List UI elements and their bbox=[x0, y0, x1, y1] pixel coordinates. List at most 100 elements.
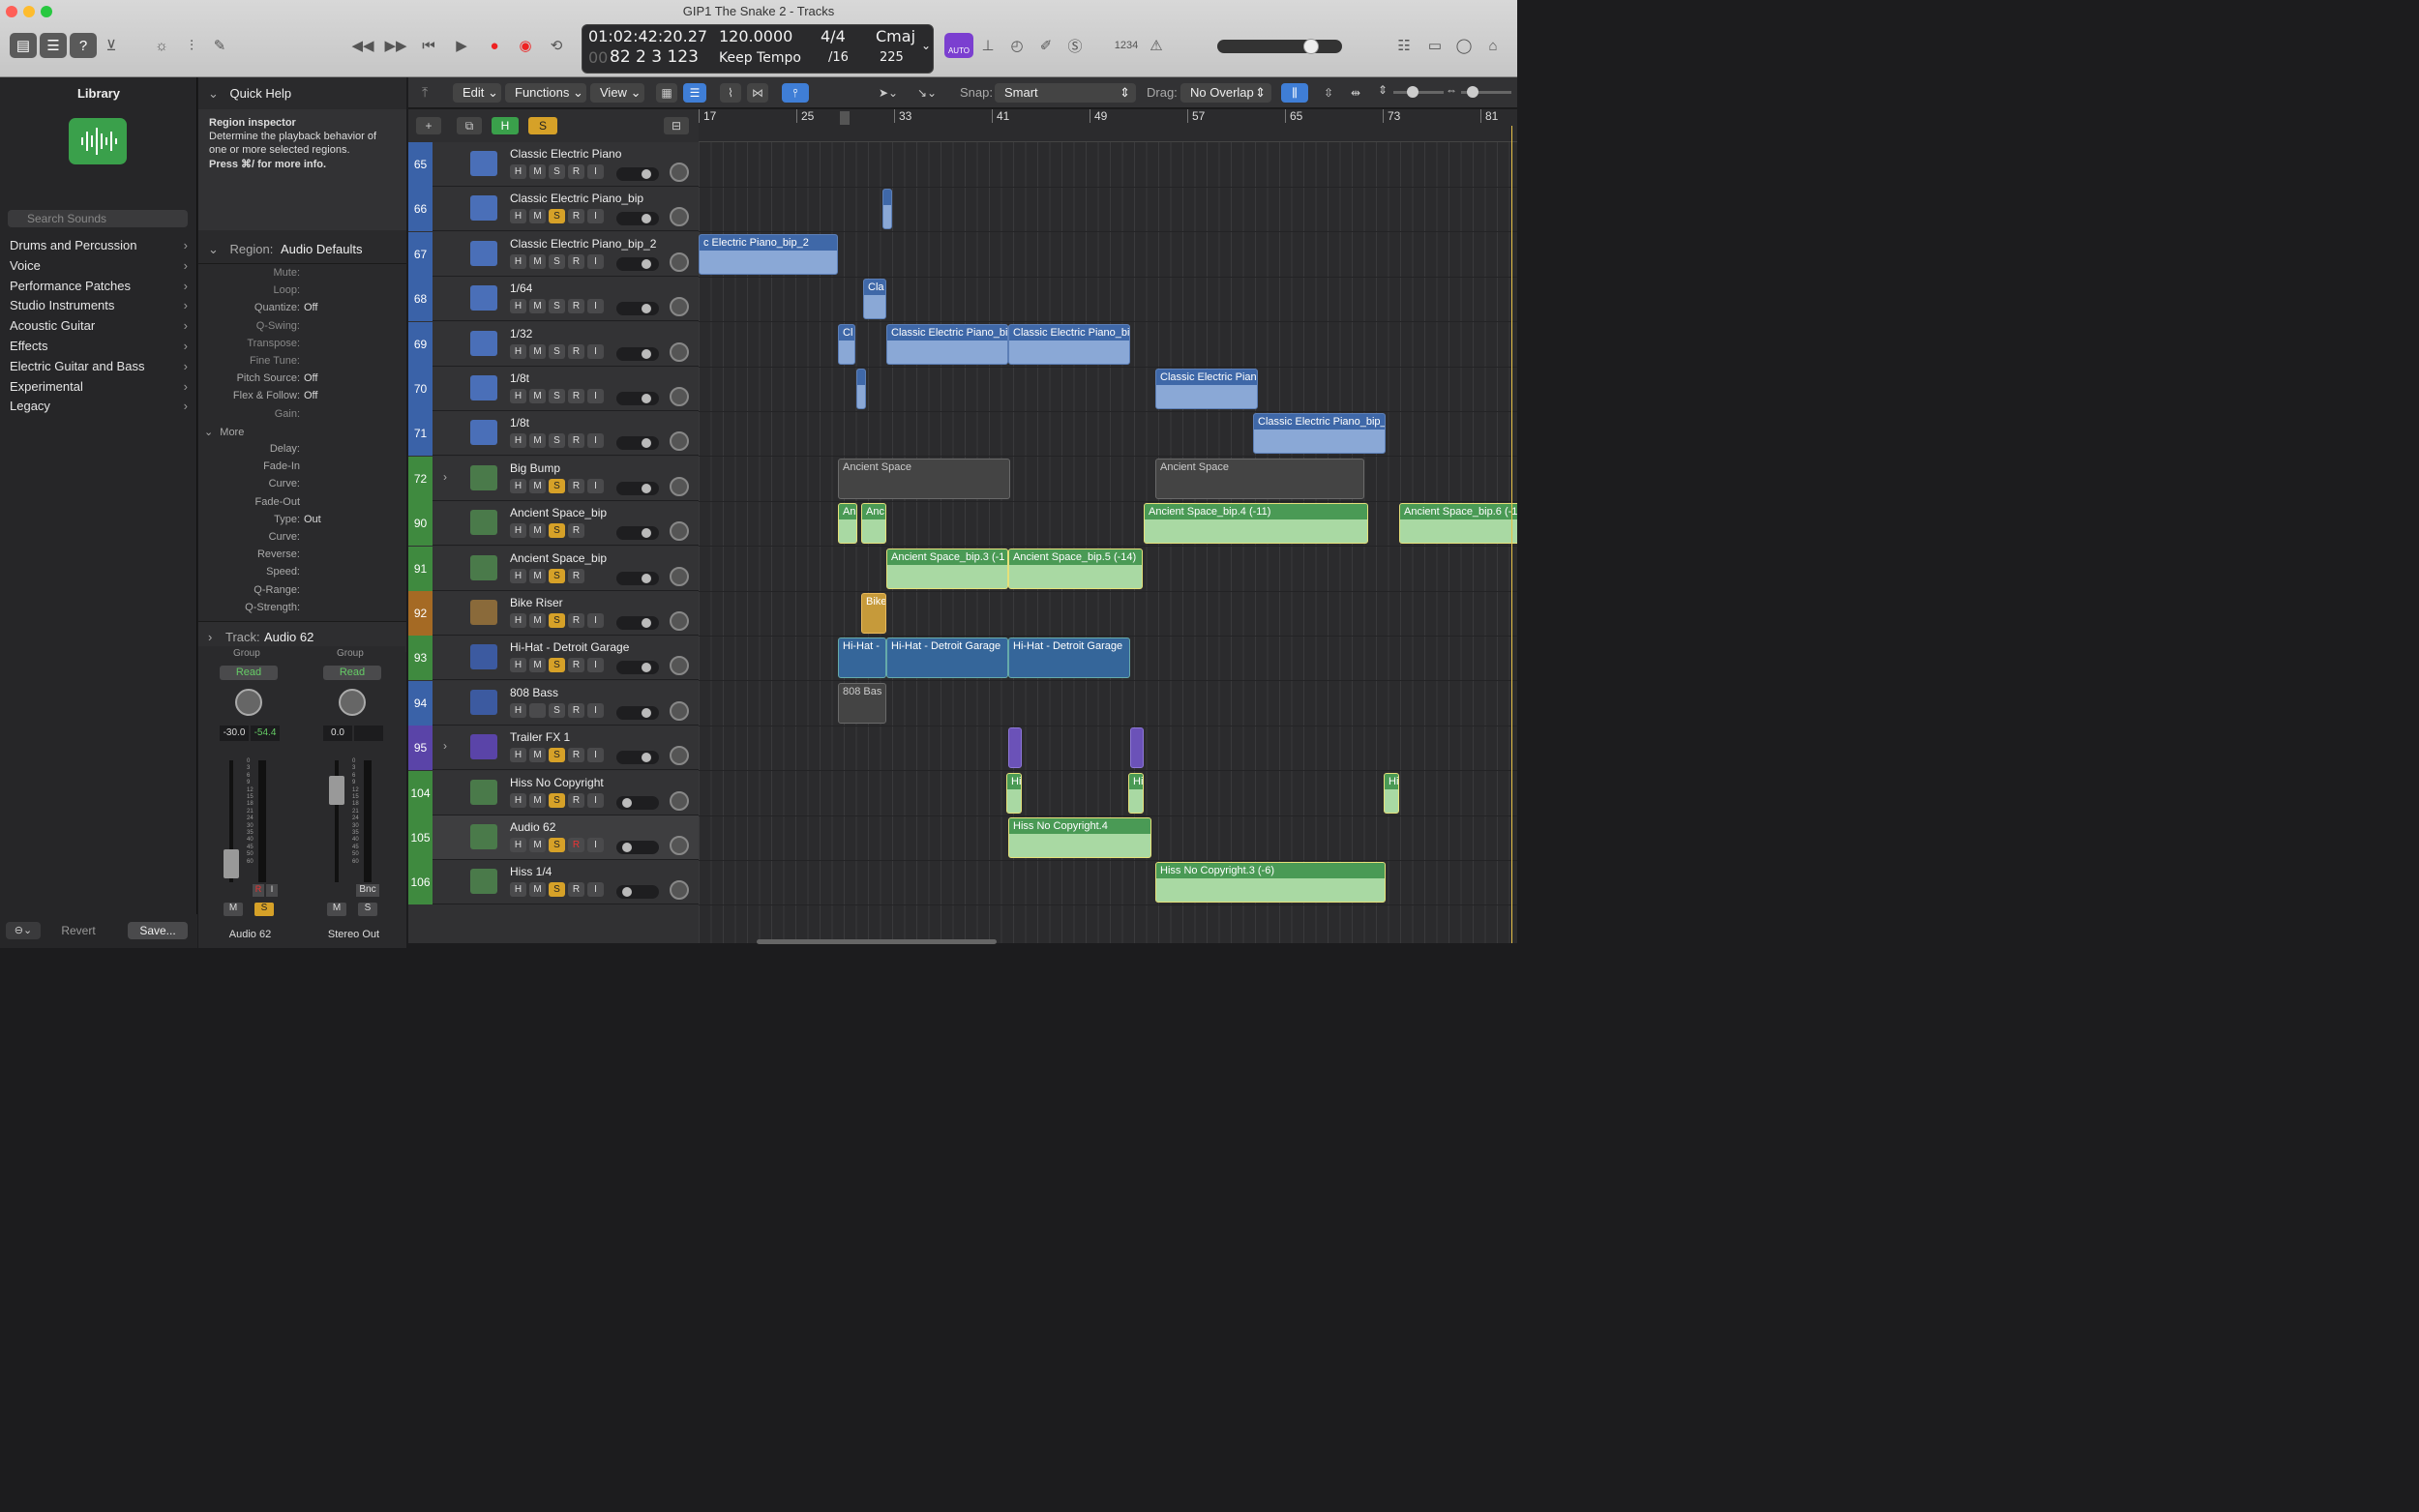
track-on-off-toggle[interactable] bbox=[616, 571, 659, 585]
locator-marker[interactable] bbox=[840, 111, 850, 125]
region[interactable]: Classic Electric Piano_bi bbox=[1008, 323, 1130, 365]
region[interactable]: Cla bbox=[863, 279, 886, 320]
track-volume-knob[interactable] bbox=[670, 252, 689, 272]
disclosure-icon[interactable]: › bbox=[208, 630, 212, 644]
volume-value[interactable]: 0.0 bbox=[323, 726, 352, 741]
record-button[interactable]: R bbox=[568, 568, 584, 583]
library-category-item[interactable]: Voice › bbox=[10, 258, 192, 273]
hide-button[interactable]: H bbox=[510, 299, 526, 314]
track-name[interactable]: Classic Electric Piano bbox=[510, 147, 621, 161]
region[interactable] bbox=[882, 189, 892, 230]
automation-read-button[interactable]: Read bbox=[220, 666, 278, 680]
track-name[interactable]: 1/32 bbox=[510, 327, 532, 341]
track-volume-knob[interactable] bbox=[670, 431, 689, 452]
lcd-display[interactable]: 01:02:42:20.27 00 82 2 3 123 120.0000 Ke… bbox=[582, 24, 934, 74]
library-category-item[interactable]: Acoustic Guitar › bbox=[10, 318, 192, 333]
list-view-icon[interactable]: ☰ bbox=[683, 83, 706, 103]
record-button[interactable]: R bbox=[568, 702, 584, 718]
solo-button[interactable]: S bbox=[549, 343, 565, 359]
mute-button[interactable]: M bbox=[224, 903, 243, 916]
library-category-item[interactable]: Experimental › bbox=[10, 379, 192, 394]
region[interactable]: Hi-Hat - bbox=[838, 637, 886, 679]
mixer-icon[interactable]: ⫶ bbox=[180, 33, 203, 58]
track-on-off-toggle[interactable] bbox=[616, 661, 659, 675]
input-monitor-button[interactable]: I bbox=[587, 389, 604, 403]
region-header[interactable]: ⌄ Region: Audio Defaults bbox=[208, 242, 416, 257]
region[interactable]: Hiss No Copyright.4 bbox=[1008, 817, 1151, 858]
track-volume-knob[interactable] bbox=[670, 880, 689, 901]
vertical-zoom-slider[interactable] bbox=[1393, 86, 1444, 98]
track-on-off-toggle[interactable] bbox=[616, 167, 659, 181]
track-on-off-toggle[interactable] bbox=[616, 526, 659, 541]
region[interactable]: Bike bbox=[861, 593, 886, 634]
volume-fader[interactable] bbox=[224, 849, 239, 878]
mute-button[interactable]: M bbox=[529, 478, 546, 493]
track-header-row[interactable]: 92 Bike Riser H M S R I bbox=[408, 591, 699, 636]
library-category-item[interactable]: Performance Patches › bbox=[10, 279, 192, 293]
region[interactable] bbox=[856, 369, 866, 409]
input-monitor-button[interactable]: I bbox=[587, 838, 604, 852]
parameter-value[interactable]: Out bbox=[304, 514, 321, 525]
record-button[interactable]: R bbox=[568, 792, 584, 808]
horizontal-zoom-slider[interactable] bbox=[1461, 86, 1511, 98]
track-on-off-toggle[interactable] bbox=[616, 795, 659, 810]
mute-button[interactable]: M bbox=[529, 658, 546, 673]
pan-knob[interactable] bbox=[235, 689, 262, 716]
add-track-icon[interactable]: + bbox=[416, 117, 441, 134]
record-icon[interactable]: ● bbox=[482, 33, 507, 58]
input-monitor-button[interactable]: I bbox=[587, 299, 604, 314]
solo-button[interactable]: S bbox=[549, 568, 565, 583]
drag-select[interactable]: No Overlap ⇕ bbox=[1180, 83, 1271, 103]
auto-button[interactable]: AUTO bbox=[944, 33, 973, 58]
pencil-tool-icon[interactable]: ✐ bbox=[1035, 33, 1057, 58]
browser-icon[interactable]: ⌂ bbox=[1480, 33, 1506, 58]
volume-value[interactable]: -30.0 bbox=[220, 726, 249, 741]
track-header-row[interactable]: 67 Classic Electric Piano_bip_2 H M S R I bbox=[408, 231, 699, 277]
save-button[interactable]: Save... bbox=[128, 922, 188, 939]
quick-help-header[interactable]: ⌄ Quick Help bbox=[208, 86, 416, 102]
solo-button[interactable]: S bbox=[549, 209, 565, 224]
tuner-icon[interactable]: ⊥ bbox=[977, 33, 999, 58]
record-button[interactable]: R bbox=[568, 164, 584, 179]
record-button[interactable]: R bbox=[568, 299, 584, 314]
quick-help-icon[interactable]: ? bbox=[70, 33, 97, 58]
track-on-off-toggle[interactable] bbox=[616, 346, 659, 361]
fit-vertical-icon[interactable]: ⇳ bbox=[1318, 83, 1339, 103]
track-name[interactable]: 1/8t bbox=[510, 416, 529, 430]
vertical-zoom-knob[interactable] bbox=[1407, 86, 1419, 98]
solo-button[interactable]: S bbox=[549, 613, 565, 628]
notepad-icon[interactable]: ▭ bbox=[1422, 33, 1448, 58]
track-header-row[interactable]: 104 Hiss No Copyright H M S R I bbox=[408, 770, 699, 815]
expand-stack-icon[interactable]: › bbox=[443, 470, 447, 484]
master-volume-knob[interactable] bbox=[1303, 39, 1319, 54]
input-monitor-button[interactable]: I bbox=[587, 882, 604, 898]
track-name[interactable]: Big Bump bbox=[510, 461, 560, 475]
record-button[interactable]: R bbox=[568, 389, 584, 403]
track-name[interactable]: Ancient Space_bip bbox=[510, 506, 607, 519]
input-monitor-button[interactable]: I bbox=[587, 209, 604, 224]
track-header-row[interactable]: 94 808 Bass H S R I bbox=[408, 680, 699, 726]
parameter-value[interactable]: Off bbox=[304, 302, 317, 313]
region[interactable]: Ancient Space_bip.4 (-11) bbox=[1144, 503, 1368, 545]
group-slot[interactable]: Group bbox=[233, 648, 260, 659]
parameter-value[interactable]: Off bbox=[304, 372, 317, 384]
track-on-off-toggle[interactable] bbox=[616, 885, 659, 900]
input-monitor-button[interactable]: I bbox=[266, 884, 278, 897]
automation-icon[interactable]: ⌇ bbox=[720, 83, 741, 103]
record-enable-button[interactable]: R bbox=[253, 884, 264, 897]
track-volume-knob[interactable] bbox=[670, 341, 689, 362]
disclosure-icon[interactable]: ⌄ bbox=[208, 242, 219, 256]
record-button[interactable]: R bbox=[568, 343, 584, 359]
solo-button[interactable]: S bbox=[549, 164, 565, 179]
mute-button[interactable]: M bbox=[529, 253, 546, 269]
region[interactable]: 808 Bas bbox=[838, 682, 886, 724]
track-on-off-toggle[interactable] bbox=[616, 436, 659, 451]
solo-button[interactable]: S bbox=[549, 748, 565, 763]
track-name[interactable]: 1/8t bbox=[510, 371, 529, 385]
solo-button[interactable]: S bbox=[549, 792, 565, 808]
download-icon[interactable]: ⊻ bbox=[100, 33, 123, 58]
mute-button[interactable]: M bbox=[529, 389, 546, 403]
input-monitor-button[interactable]: I bbox=[587, 253, 604, 269]
up-arrow-icon[interactable]: ⤒ bbox=[422, 84, 428, 101]
track-header-row[interactable]: 72 › Big Bump H M S R I bbox=[408, 456, 699, 501]
